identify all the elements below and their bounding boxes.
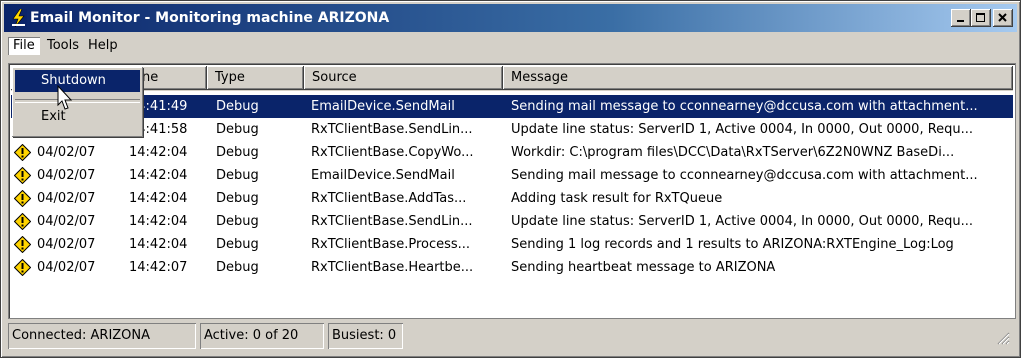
row-message: Workdir: C:\program files\DCC\Data\RxTSe… <box>511 145 955 160</box>
row-type: Debug <box>216 145 259 160</box>
row-source: RxTClientBase.AddTas... <box>311 191 467 206</box>
status-connected: Connected: ARIZONA <box>8 323 196 349</box>
row-time: 14:42:04 <box>129 145 188 160</box>
table-row[interactable]: 04/02/07 14:42:07 Debug RxTClientBase.Heart… <box>11 256 1013 279</box>
row-message: Sending mail message to cconnearney@dccu… <box>511 99 978 114</box>
table-row[interactable]: 04/02/07 14:42:04 Debug EmailDevice.SendMai… <box>11 164 1013 187</box>
column-header-message[interactable]: Message <box>503 66 1013 90</box>
status-bar: Connected: ARIZONA Active: 0 of 20 Busie… <box>8 323 1014 351</box>
file-menu-dropdown: Shutdown Exit <box>12 67 143 137</box>
menu-help[interactable]: Help <box>83 37 123 55</box>
row-message: Update line status: ServerID 1, Active 0… <box>511 214 974 229</box>
minimize-icon <box>957 20 964 22</box>
menu-file[interactable]: File <box>8 37 40 55</box>
row-date: 04/02/07 <box>37 168 96 183</box>
row-source: RxTClientBase.SendLin... <box>311 214 473 229</box>
row-message: Update line status: ServerID 1, Active 0… <box>511 122 974 137</box>
debug-warning-icon <box>14 167 31 184</box>
resize-grip-icon[interactable] <box>996 331 1010 345</box>
debug-warning-icon <box>14 213 31 230</box>
menu-bar: File Tools Help <box>4 34 1017 58</box>
minimize-button[interactable] <box>951 9 971 27</box>
row-source: RxTClientBase.CopyWo... <box>311 145 474 160</box>
row-type: Debug <box>216 237 259 252</box>
row-time: 14:42:04 <box>129 168 188 183</box>
lightning-app-icon <box>10 9 27 27</box>
row-message: Sending mail message to cconnearney@dccu… <box>511 168 978 183</box>
row-date: 04/02/07 <box>37 191 96 206</box>
table-row[interactable]: 04/02/07 14:42:04 Debug RxTClientBase.SendL… <box>11 210 1013 233</box>
row-type: Debug <box>216 214 259 229</box>
log-listview[interactable]: ne Type Source Message 04/02/0714:41:49D… <box>8 63 1016 319</box>
row-time: 14:42:04 <box>129 214 188 229</box>
email-monitor-window: Email Monitor - Monitoring machine ARIZO… <box>0 0 1021 358</box>
mouse-cursor-icon <box>57 85 73 110</box>
window-title: Email Monitor - Monitoring machine ARIZO… <box>30 10 390 26</box>
row-message: Adding task result for RxTQueue <box>511 191 723 206</box>
row-source: EmailDevice.SendMail <box>311 168 455 183</box>
debug-warning-icon <box>14 190 31 207</box>
title-bar[interactable]: Email Monitor - Monitoring machine ARIZO… <box>4 4 1017 32</box>
row-type: Debug <box>216 168 259 183</box>
row-source: RxTClientBase.Process... <box>311 237 471 252</box>
table-row[interactable]: 04/02/0714:41:49DebugEmailDevice.SendMai… <box>11 95 1013 118</box>
maximize-icon <box>976 13 985 22</box>
menu-tools[interactable]: Tools <box>42 37 84 55</box>
debug-warning-icon <box>14 259 31 276</box>
debug-warning-icon <box>14 236 31 253</box>
close-button[interactable] <box>993 9 1013 27</box>
row-message: Sending 1 log records and 1 results to A… <box>511 237 954 252</box>
row-source: RxTClientBase.Heartbe... <box>311 260 474 275</box>
row-time: 14:42:04 <box>129 191 188 206</box>
table-row[interactable]: 04/02/07 14:42:04 Debug RxTClientBase.CopyW… <box>11 141 1013 164</box>
column-header-type[interactable]: Type <box>207 66 304 90</box>
status-busiest: Busiest: 0 <box>328 323 403 349</box>
status-active: Active: 0 of 20 <box>200 323 324 349</box>
row-type: Debug <box>216 260 259 275</box>
row-time: 14:42:07 <box>129 260 188 275</box>
table-row[interactable]: 04/02/0714:41:58DebugRxTClientBase.SendL… <box>11 118 1013 141</box>
row-type: Debug <box>216 99 259 114</box>
list-header: ne Type Source Message <box>11 66 1013 91</box>
table-row[interactable]: 04/02/07 14:42:04 Debug RxTClientBase.AddTa… <box>11 187 1013 210</box>
row-message: Sending heartbeat message to ARIZONA <box>511 260 776 275</box>
row-date: 04/02/07 <box>37 260 96 275</box>
maximize-button[interactable] <box>971 9 991 27</box>
row-date: 04/02/07 <box>37 214 96 229</box>
row-time: 14:42:04 <box>129 237 188 252</box>
column-header-source[interactable]: Source <box>304 66 503 90</box>
row-type: Debug <box>216 122 259 137</box>
close-icon <box>998 13 1007 22</box>
menu-separator <box>15 99 140 103</box>
row-source: RxTClientBase.SendLin... <box>311 122 473 137</box>
row-source: EmailDevice.SendMail <box>311 99 455 114</box>
row-type: Debug <box>216 191 259 206</box>
column-header-time-label: ne <box>142 70 159 85</box>
table-row[interactable]: 04/02/07 14:42:04 Debug RxTClientBase.Proce… <box>11 233 1013 256</box>
menu-item-exit[interactable]: Exit <box>15 106 140 128</box>
debug-warning-icon <box>14 144 31 161</box>
row-date: 04/02/07 <box>37 145 96 160</box>
menu-item-shutdown[interactable]: Shutdown <box>15 70 140 92</box>
row-date: 04/02/07 <box>37 237 96 252</box>
